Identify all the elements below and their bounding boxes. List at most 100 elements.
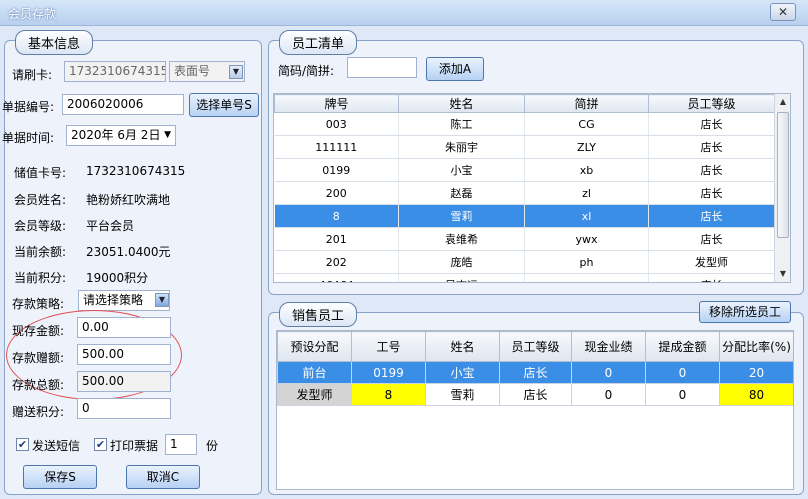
table-row[interactable]: 202 庞皓 ph 发型师 <box>274 250 775 274</box>
cash-input[interactable]: 0.00 <box>77 317 171 338</box>
cell: 200 <box>274 181 399 205</box>
col-header-preset[interactable]: 预设分配 <box>277 331 352 362</box>
staff-search-label: 简码/简拼: <box>278 64 335 78</box>
sms-label: 发送短信 <box>32 439 81 453</box>
cell: xb <box>524 158 649 182</box>
table-row[interactable]: 003 陈工 CG 店长 <box>274 112 775 136</box>
choose-order-button[interactable]: 选择单号S <box>189 93 259 117</box>
col-header-pinyin[interactable]: 简拼 <box>524 94 649 113</box>
cell: 发型师 <box>648 250 775 274</box>
time-label: 单据时间: <box>2 131 55 145</box>
cell: 店长 <box>648 273 775 282</box>
staff-table-header: 牌号 姓名 简拼 员工等级 <box>274 94 775 113</box>
balance-value: 23051.0400元 <box>86 245 171 259</box>
member-level-value: 平台会员 <box>86 219 135 233</box>
scroll-down-icon[interactable]: ▼ <box>775 266 790 282</box>
cell: 陈工 <box>398 112 525 136</box>
add-staff-button[interactable]: 添加A <box>426 57 484 81</box>
copies-input[interactable]: 1 <box>165 434 197 455</box>
staff-list-title: 员工清单 <box>279 30 358 55</box>
points-label: 当前积分: <box>14 271 67 285</box>
cell: 雪莉 <box>398 204 525 228</box>
table-row[interactable]: 201 袁维希 ywx 店长 <box>274 227 775 251</box>
chevron-down-icon: ▼ <box>164 130 171 140</box>
sales-table-wrap: 预设分配 工号 姓名 员工等级 现金业绩 提成金额 分配比率(%) 前台 019… <box>276 330 794 490</box>
cell: 111111 <box>274 135 399 159</box>
copies-unit: 份 <box>206 439 219 453</box>
cell: 店长 <box>648 181 775 205</box>
staff-search-input[interactable] <box>347 57 417 78</box>
stored-card-label: 储值卡号: <box>14 166 67 180</box>
cell: 发型师 <box>277 383 352 406</box>
cell[interactable]: 0199 <box>351 361 426 384</box>
col-header-ratio[interactable]: 分配比率(%) <box>719 331 793 362</box>
table-row[interactable]: 200 赵磊 zl 店长 <box>274 181 775 205</box>
sms-checkbox[interactable]: ✔ <box>16 438 29 451</box>
cell[interactable]: 20 <box>719 361 793 384</box>
cell: 庞皓 <box>398 250 525 274</box>
print-checkbox[interactable]: ✔ <box>94 438 107 451</box>
cell: 赵磊 <box>398 181 525 205</box>
cell: 店长 <box>648 158 775 182</box>
scroll-thumb[interactable] <box>777 112 789 238</box>
cell: 小宝 <box>398 158 525 182</box>
member-name-label: 会员姓名: <box>14 193 67 207</box>
table-row-selected[interactable]: 前台 0199 小宝 店长 0 0 20 <box>277 361 793 384</box>
close-icon[interactable]: ✕ <box>770 3 796 21</box>
col-header-cash[interactable]: 现金业绩 <box>571 331 646 362</box>
cell: 202 <box>274 250 399 274</box>
cell: CG <box>524 112 649 136</box>
col-header-level[interactable]: 员工等级 <box>499 331 572 362</box>
cell[interactable]: 8 <box>351 383 426 406</box>
cell: 003 <box>274 112 399 136</box>
basic-info-title: 基本信息 <box>15 30 94 55</box>
cell: ph <box>524 250 649 274</box>
cell: 店长 <box>499 383 572 406</box>
member-level-label: 会员等级: <box>14 219 67 233</box>
time-picker[interactable]: 2020年 6月 2日 ▼ <box>66 125 176 146</box>
col-header-name[interactable]: 姓名 <box>398 94 525 113</box>
cell: xl <box>524 204 649 228</box>
cell: 46464 <box>274 273 399 282</box>
gift-points-input[interactable]: 0 <box>77 398 171 419</box>
window-titlebar: 会员存款 ✕ <box>0 0 808 26</box>
gift-input[interactable]: 500.00 <box>77 344 171 365</box>
cancel-button[interactable]: 取消C <box>126 465 200 489</box>
order-input[interactable]: 2006020006 <box>62 94 184 115</box>
col-header-badge[interactable]: 牌号 <box>274 94 399 113</box>
col-header-level[interactable]: 员工等级 <box>648 94 775 113</box>
cell: 0 <box>571 361 646 384</box>
table-row[interactable]: 111111 朱丽宇 ZLY 店长 <box>274 135 775 159</box>
card-input[interactable]: 1732310674315 <box>64 61 166 82</box>
cell: 0 <box>645 383 720 406</box>
card-type-dropdown-icon[interactable]: ▼ <box>229 65 243 79</box>
gift-label: 存款赠额: <box>12 351 65 365</box>
strategy-dropdown-icon[interactable]: ▼ <box>155 293 169 307</box>
points-value: 19000积分 <box>86 271 149 285</box>
balance-label: 当前余额: <box>14 245 67 259</box>
card-label: 请刷卡: <box>12 68 53 82</box>
scroll-up-icon[interactable]: ▲ <box>775 94 790 110</box>
col-header-id[interactable]: 工号 <box>351 331 426 362</box>
cell[interactable]: 80 <box>719 383 793 406</box>
staff-table-scrollbar[interactable]: ▲ ▼ <box>774 94 790 282</box>
col-header-name[interactable]: 姓名 <box>425 331 500 362</box>
remove-selected-staff-button[interactable]: 移除所选员工 <box>699 301 791 323</box>
staff-table-wrap: 牌号 姓名 简拼 员工等级 003 陈工 CG 店长 111111 朱丽宇 ZLY 店长 0… <box>273 93 791 283</box>
cell: zl <box>524 181 649 205</box>
cell: 吴志远 <box>398 273 525 282</box>
cell: 前台 <box>277 361 352 384</box>
cell: 店长 <box>648 227 775 251</box>
table-row[interactable]: 0199 小宝 xb 店长 <box>274 158 775 182</box>
cell: 201 <box>274 227 399 251</box>
table-row-selected[interactable]: 8 雪莉 xl 店长 <box>274 204 775 228</box>
save-button[interactable]: 保存S <box>23 465 97 489</box>
cash-label: 现存金额: <box>12 324 65 338</box>
sales-table: 预设分配 工号 姓名 员工等级 现金业绩 提成金额 分配比率(%) 前台 019… <box>277 331 793 406</box>
cell: 店长 <box>648 135 775 159</box>
cell: 店长 <box>648 204 775 228</box>
col-header-commission[interactable]: 提成金额 <box>645 331 720 362</box>
table-row[interactable]: 46464吴志远wzy店长 <box>274 273 775 282</box>
cell: wzy <box>524 273 649 282</box>
table-row[interactable]: 发型师 8 雪莉 店长 0 0 80 <box>277 383 793 406</box>
